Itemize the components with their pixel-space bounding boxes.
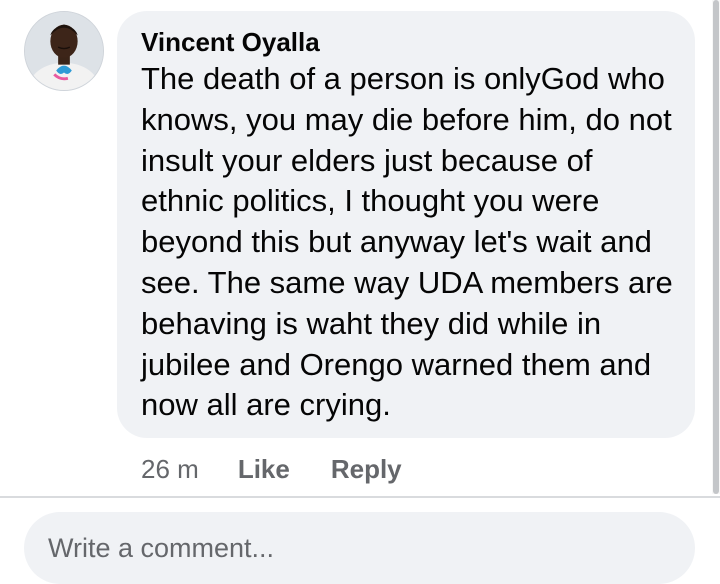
comment-input[interactable] (48, 532, 695, 564)
divider (0, 496, 720, 498)
comment-actions: 26 m Like Reply (141, 452, 443, 486)
avatar-photo (25, 12, 103, 90)
scrollbar-track[interactable] (712, 0, 720, 494)
comment-composer[interactable] (24, 512, 695, 584)
scrollbar-thumb[interactable] (713, 0, 719, 494)
avatar[interactable] (24, 11, 104, 91)
reply-button[interactable]: Reply (331, 454, 402, 485)
comment-bubble: Vincent Oyalla The death of a person is … (117, 11, 695, 438)
comment-timestamp[interactable]: 26 m (141, 454, 199, 485)
comment-author[interactable]: Vincent Oyalla (141, 27, 671, 57)
comment-text: The death of a person is onlyGod who kno… (141, 61, 673, 423)
like-button[interactable]: Like (238, 454, 290, 485)
